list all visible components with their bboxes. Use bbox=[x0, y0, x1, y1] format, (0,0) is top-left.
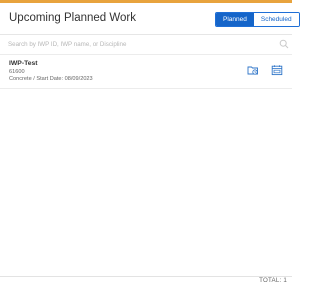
planned-scheduled-toggle: Planned Scheduled bbox=[215, 12, 300, 27]
toggle-scheduled-button[interactable]: Scheduled bbox=[253, 13, 299, 26]
panel-footer: TOTAL: 1 bbox=[0, 276, 292, 285]
total-count: TOTAL: 1 bbox=[259, 277, 287, 284]
item-title: IWP-Test bbox=[9, 60, 38, 67]
panel-header: Upcoming Planned Work Planned Scheduled bbox=[0, 3, 300, 35]
folder-clock-icon[interactable] bbox=[247, 64, 259, 76]
search-icon[interactable] bbox=[279, 39, 289, 49]
item-id: 61600 bbox=[9, 69, 25, 75]
item-meta: Concrete / Start Date: 08/09/2023 bbox=[9, 76, 93, 82]
toggle-planned-button[interactable]: Planned bbox=[216, 13, 254, 26]
panel-title: Upcoming Planned Work bbox=[9, 12, 136, 24]
upcoming-planned-work-panel: Upcoming Planned Work Planned Scheduled … bbox=[0, 0, 300, 285]
search-input[interactable] bbox=[8, 38, 266, 51]
search-row bbox=[0, 35, 292, 55]
calendar-icon[interactable] bbox=[271, 64, 283, 76]
list-item[interactable]: IWP-Test 61600 Concrete / Start Date: 08… bbox=[0, 55, 292, 89]
